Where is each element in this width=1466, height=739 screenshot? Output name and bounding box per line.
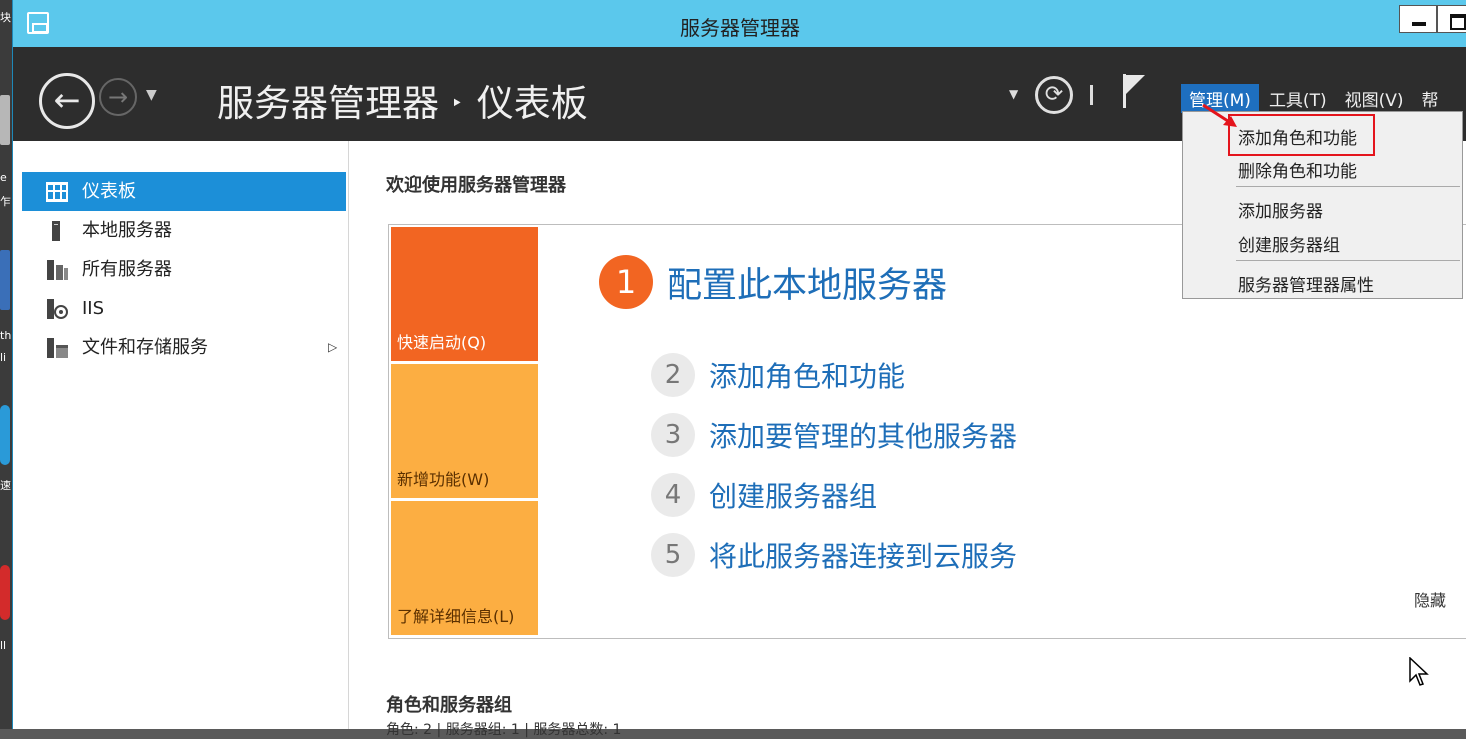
menu-help[interactable]: 帮 <box>1414 84 1447 113</box>
step-number: 2 <box>651 353 695 397</box>
sidebar-item-file-storage[interactable]: 文件和存储服务 ▷ <box>22 328 346 367</box>
menu-item-remove-roles[interactable]: 删除角色和功能 <box>1238 157 1357 182</box>
mouse-cursor-icon <box>1409 657 1429 686</box>
tile-learn-more[interactable]: 了解详细信息(L) <box>391 501 538 635</box>
tile-label: 快速启动(Q) <box>397 333 487 352</box>
desktop-label: th <box>0 330 12 342</box>
refresh-dropdown-icon[interactable]: ▼ <box>1009 87 1018 101</box>
tile-whats-new[interactable]: 新增功能(W) <box>391 364 538 498</box>
sidebar-item-all-servers[interactable]: 所有服务器 <box>22 250 346 289</box>
step-number: 1 <box>599 255 653 309</box>
iis-icon <box>47 299 68 319</box>
menu-separator <box>1236 260 1460 261</box>
servers-icon <box>47 260 68 280</box>
desktop-label: e <box>0 172 7 184</box>
desktop-strip: 块 e 乍 th li 速 ll <box>0 0 12 729</box>
maximize-button[interactable] <box>1437 5 1466 33</box>
manage-dropdown-menu: 添加角色和功能 删除角色和功能 添加服务器 创建服务器组 服务器管理器属性 <box>1182 111 1463 299</box>
title-bar: 服务器管理器 <box>13 0 1466 47</box>
notification-flag-icon[interactable] <box>1121 72 1147 108</box>
desktop-label: li <box>0 352 7 364</box>
tile-label: 新增功能(W) <box>397 470 490 489</box>
step-number: 5 <box>651 533 695 577</box>
menu-separator <box>1236 186 1460 187</box>
desktop-label: 乍 <box>0 196 11 208</box>
red-arrow-icon <box>1202 103 1237 127</box>
tile-quick-start[interactable]: 快速启动(Q) <box>391 227 538 361</box>
history-dropdown-icon[interactable]: ▼ <box>146 87 157 103</box>
welcome-title: 欢迎使用服务器管理器 <box>386 175 566 196</box>
expand-arrow-icon[interactable]: ▷ <box>328 328 337 367</box>
desktop-icon[interactable] <box>0 565 10 620</box>
step-configure-local-server[interactable]: 1 配置此本地服务器 <box>599 255 947 309</box>
sidebar-item-iis[interactable]: IIS <box>22 289 346 328</box>
step-number: 4 <box>651 473 695 517</box>
sidebar-item-label: 所有服务器 <box>82 259 172 280</box>
breadcrumb-root: 服务器管理器 <box>217 82 439 125</box>
tile-label: 了解详细信息(L) <box>397 607 515 626</box>
breadcrumb-separator: ‣ <box>451 91 463 115</box>
desktop-icon[interactable] <box>0 405 10 465</box>
roles-summary: 角色: 2 | 服务器组: 1 | 服务器总数: 1 <box>386 722 622 738</box>
desktop-label: 速 <box>0 480 11 492</box>
server-manager-window: 服务器管理器 ← → ▼ 服务器管理器 ‣ 仪表板 ▼ ⟳ 管理(M) 工具(T) 视图… <box>12 0 1466 738</box>
desktop-icon[interactable] <box>0 250 10 310</box>
forward-arrow-icon[interactable]: → <box>99 78 137 116</box>
storage-icon <box>47 338 68 358</box>
sidebar: 仪表板 本地服务器 所有服务器 IIS 文件和存储服务 ▷ <box>13 141 349 729</box>
menu-item-properties[interactable]: 服务器管理器属性 <box>1238 271 1374 296</box>
step-link[interactable]: 添加角色和功能 <box>709 355 905 395</box>
desktop-icon[interactable] <box>0 95 10 145</box>
refresh-icon[interactable]: ⟳ <box>1035 76 1073 114</box>
sidebar-item-label: 仪表板 <box>82 181 136 202</box>
separator-bar <box>1090 85 1093 105</box>
step-link[interactable]: 配置此本地服务器 <box>667 257 947 308</box>
menu-tools[interactable]: 工具(T) <box>1261 84 1335 113</box>
step-number: 3 <box>651 413 695 457</box>
step-connect-cloud[interactable]: 5 将此服务器连接到云服务 <box>651 533 1017 577</box>
back-arrow-icon[interactable]: ← <box>39 73 95 129</box>
sidebar-item-dashboard[interactable]: 仪表板 <box>22 172 346 211</box>
sidebar-item-local-server[interactable]: 本地服务器 <box>22 211 346 250</box>
menu-item-add-servers[interactable]: 添加服务器 <box>1238 197 1323 222</box>
menu-item-create-group[interactable]: 创建服务器组 <box>1238 231 1340 256</box>
step-create-group[interactable]: 4 创建服务器组 <box>651 473 877 517</box>
step-add-roles[interactable]: 2 添加角色和功能 <box>651 353 905 397</box>
dashboard-icon <box>46 182 68 202</box>
sidebar-item-label: 本地服务器 <box>82 220 172 241</box>
menu-view[interactable]: 视图(V) <box>1337 84 1412 113</box>
desktop-label: 块 <box>0 12 11 24</box>
sidebar-item-label: 文件和存储服务 <box>82 337 208 358</box>
step-link[interactable]: 添加要管理的其他服务器 <box>709 415 1017 455</box>
window-title: 服务器管理器 <box>680 16 800 40</box>
step-link[interactable]: 创建服务器组 <box>709 475 877 515</box>
desktop-label: ll <box>0 640 7 652</box>
step-add-servers[interactable]: 3 添加要管理的其他服务器 <box>651 413 1017 457</box>
menu-item-add-roles[interactable]: 添加角色和功能 <box>1238 124 1357 149</box>
step-link[interactable]: 将此服务器连接到云服务 <box>709 535 1017 575</box>
breadcrumb: 服务器管理器 ‣ 仪表板 <box>217 73 588 127</box>
minimize-button[interactable] <box>1399 5 1437 33</box>
breadcrumb-current: 仪表板 <box>476 82 588 125</box>
hide-link[interactable]: 隐藏 <box>1414 587 1446 611</box>
server-icon <box>52 221 60 241</box>
sidebar-item-label: IIS <box>82 298 105 319</box>
roles-section-title: 角色和服务器组 <box>386 695 512 716</box>
